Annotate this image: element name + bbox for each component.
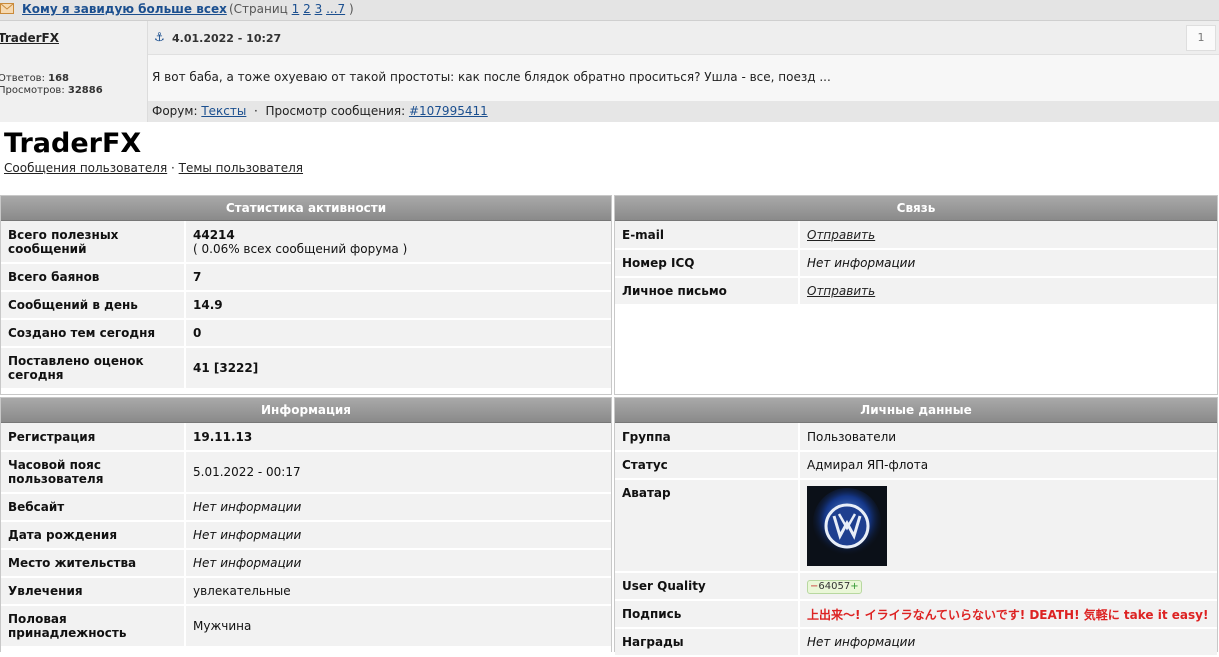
info-panel: Информация Регистрация 19.11.13 Часовой п… <box>0 397 612 652</box>
page-link-2[interactable]: 2 <box>303 2 311 16</box>
personal-key: Награды <box>615 628 800 657</box>
contact-key: Личное письмо <box>615 277 800 306</box>
panel-header: Связь <box>615 196 1217 221</box>
personal-data-panel: Личные данные Группа Пользователи Статус А… <box>614 397 1218 657</box>
personal-value: 上出来〜! イライラなんていらないです! DEATH! 気軽に take it … <box>799 600 1217 629</box>
personal-value: Нет информации <box>799 628 1217 657</box>
panel-header: Личные данные <box>615 398 1217 423</box>
info-value: 5.01.2022 - 00:17 <box>185 451 611 494</box>
stat-value: 44214( 0.06% всех сообщений форума ) <box>185 221 611 264</box>
stat-value: 41 [3222] <box>185 347 611 390</box>
personal-value <box>799 479 1217 573</box>
topic-title-link[interactable]: Кому я завидую больше всех <box>22 2 227 16</box>
post-header-row <box>148 21 1219 55</box>
panel-header: Статистика активности <box>1 196 611 221</box>
post-number[interactable]: 1 <box>1186 25 1216 51</box>
post-author-link[interactable]: TraderFX <box>0 31 59 45</box>
info-key: Часовой пояс пользователя <box>1 451 186 494</box>
page-link-last[interactable]: ...7 <box>326 2 345 16</box>
personal-value: Пользователи <box>799 423 1217 452</box>
stat-key: Всего баянов <box>1 263 186 292</box>
info-key: Увлечения <box>1 577 186 606</box>
personal-key: Статус <box>615 451 800 480</box>
stat-key: Поставлено оценок сегодня <box>1 347 186 390</box>
stat-value: 14.9 <box>185 291 611 320</box>
personal-key: Подпись <box>615 600 800 629</box>
page-link-3[interactable]: 3 <box>315 2 323 16</box>
stat-key: Сообщений в день <box>1 291 186 320</box>
info-key: Место жительства <box>1 549 186 578</box>
post-footer-text: Форум: Тексты · Просмотр сообщения: #107… <box>152 104 488 118</box>
info-key: Регистрация <box>1 423 186 452</box>
post-replies: Ответов: 168 <box>0 73 70 84</box>
profile-links: Сообщения пользователя · Темы пользовате… <box>4 161 304 175</box>
vw-logo-icon <box>813 488 881 556</box>
contact-panel: Связь E-mail Отправить Номер ICQ Нет инфор… <box>614 195 1218 395</box>
anchor-icon[interactable]: ⚓ <box>154 30 165 44</box>
profile-name: TraderFX <box>4 128 142 159</box>
stat-value: 7 <box>185 263 611 292</box>
contact-key: E-mail <box>615 221 800 250</box>
stat-subvalue: ( 0.06% всех сообщений форума ) <box>193 241 408 256</box>
user-topics-link[interactable]: Темы пользователя <box>179 161 303 175</box>
info-value: Мужчина <box>185 605 611 648</box>
user-quality-badge: −64057+ <box>807 580 862 594</box>
info-value: увлекательные <box>185 577 611 606</box>
user-messages-link[interactable]: Сообщения пользователя <box>4 161 167 175</box>
panel-header: Информация <box>1 398 611 423</box>
contact-value: Нет информации <box>799 249 1217 278</box>
view-post-link[interactable]: #107995411 <box>409 104 488 118</box>
quality-plus-button[interactable]: + <box>850 581 858 592</box>
personal-value: Адмирал ЯП-флота <box>799 451 1217 480</box>
post-views: Просмотров: 32886 <box>0 85 103 96</box>
topic-pages: (Страниц 1 2 3 ...7 ) <box>229 2 354 16</box>
post-text: Я вот баба, а тоже охуеваю от такой прос… <box>152 70 831 84</box>
contact-key: Номер ICQ <box>615 249 800 278</box>
page-link-1[interactable]: 1 <box>292 2 300 16</box>
personal-key: Группа <box>615 423 800 452</box>
send-email-link[interactable]: Отправить <box>807 228 875 242</box>
forum-link[interactable]: Тексты <box>201 104 246 118</box>
vw-logo-avatar <box>807 486 887 566</box>
info-value: Нет информации <box>185 493 611 522</box>
envelope-icon <box>0 3 14 14</box>
personal-value: −64057+ <box>799 572 1217 601</box>
stat-key: Всего полезных сообщений <box>1 221 186 264</box>
stat-value: 0 <box>185 319 611 348</box>
activity-stats-panel: Статистика активности Всего полезных соо… <box>0 195 612 395</box>
post: TraderFX Ответов: 168 Просмотров: 32886 … <box>0 21 1219 122</box>
send-pm-link[interactable]: Отправить <box>807 284 875 298</box>
topic-bar: Кому я завидую больше всех (Страниц 1 2 … <box>0 0 1219 21</box>
personal-key: Аватар <box>615 479 800 573</box>
signature-text: 上出来〜! イライラなんていらないです! DEATH! 気軽に take it … <box>807 607 1209 622</box>
info-key: Дата рождения <box>1 521 186 550</box>
contact-value: Отправить <box>799 277 1217 306</box>
info-key: Вебсайт <box>1 493 186 522</box>
stat-key: Создано тем сегодня <box>1 319 186 348</box>
info-value: 19.11.13 <box>185 423 611 452</box>
info-key: Половая принадлежность <box>1 605 186 648</box>
info-value: Нет информации <box>185 521 611 550</box>
info-value: Нет информации <box>185 549 611 578</box>
personal-key: User Quality <box>615 572 800 601</box>
post-date: 4.01.2022 - 10:27 <box>172 32 282 45</box>
contact-value: Отправить <box>799 221 1217 250</box>
